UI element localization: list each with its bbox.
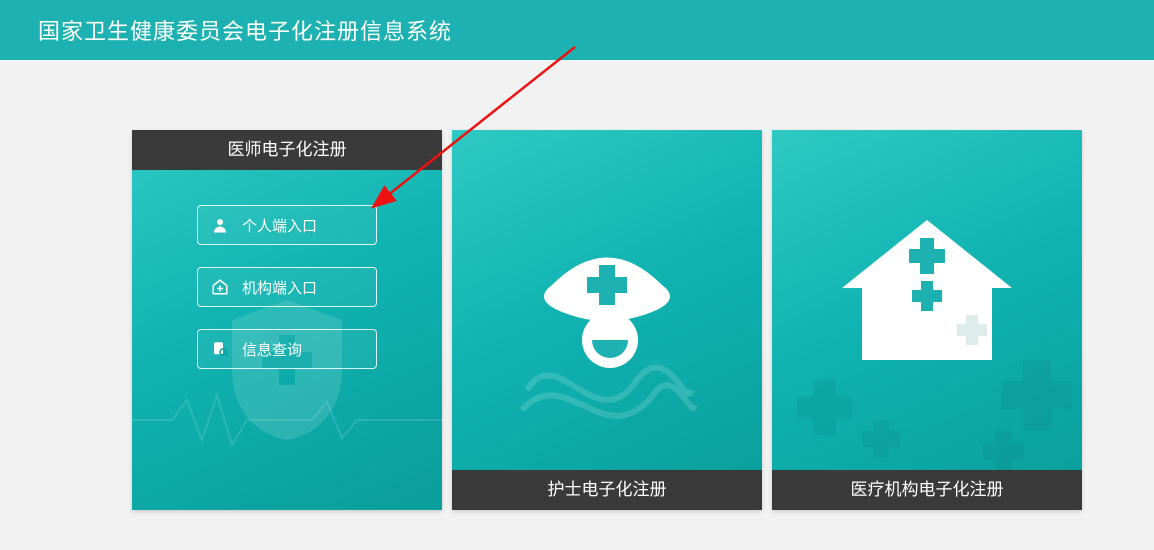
card-medical-org[interactable]: 医疗机构电子化注册 (772, 130, 1082, 510)
plus-deco-icon (1002, 360, 1072, 430)
info-query-label: 信息查询 (242, 339, 376, 360)
personal-entry-label: 个人端入口 (242, 215, 376, 236)
card-row: 医师电子化注册 个人端入口 (0, 60, 1154, 510)
org-entry-label: 机构端入口 (242, 277, 376, 298)
page-title: 国家卫生健康委员会电子化注册信息系统 (38, 14, 452, 46)
ekg-bg-icon (132, 390, 442, 450)
doctor-button-column: 个人端入口 机构端入口 (197, 205, 377, 369)
card-doctor: 医师电子化注册 个人端入口 (132, 130, 442, 510)
header-banner: 国家卫生健康委员会电子化注册信息系统 (0, 0, 1154, 60)
card-nurse[interactable]: 护士电子化注册 (452, 130, 762, 510)
card-nurse-title: 护士电子化注册 (452, 470, 762, 510)
org-entry-button[interactable]: 机构端入口 (197, 267, 377, 307)
personal-entry-button[interactable]: 个人端入口 (197, 205, 377, 245)
person-icon (198, 216, 242, 234)
swirl-bg-icon (517, 330, 697, 450)
plus-deco-icon (862, 420, 900, 458)
plus-deco-icon (797, 380, 852, 435)
card-doctor-title: 医师电子化注册 (132, 130, 442, 170)
info-query-button[interactable]: 信息查询 (197, 329, 377, 369)
card-org-title: 医疗机构电子化注册 (772, 470, 1082, 510)
hospital-house-icon (842, 220, 1012, 370)
search-doc-icon (198, 340, 242, 358)
hospital-cross-icon (198, 278, 242, 296)
plus-deco-icon (957, 315, 987, 345)
plus-deco-icon (982, 430, 1024, 472)
